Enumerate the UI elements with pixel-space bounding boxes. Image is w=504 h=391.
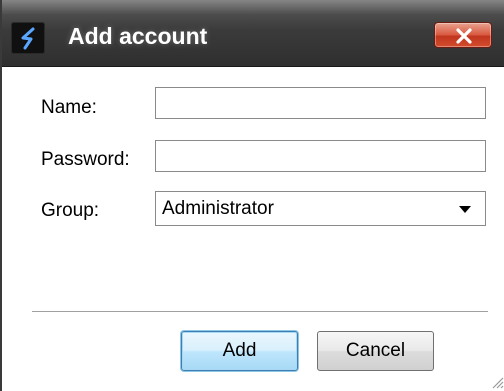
resize-grip-icon[interactable] [490,375,504,389]
dropdown-arrow-icon[interactable] [454,201,476,217]
name-label: Name: [41,97,97,118]
close-button[interactable] [434,22,492,48]
dialog-title: Add account [68,23,208,49]
group-select[interactable]: Administrator [155,191,486,226]
password-input[interactable] [155,140,486,172]
cancel-button[interactable]: Cancel [317,331,434,371]
group-label: Group: [41,200,100,221]
footer-separator [32,311,488,313]
add-account-dialog: Add account Name: Password: Group: Admin… [0,0,504,391]
title-bar-glass [2,0,504,14]
app-logo-icon[interactable] [11,22,45,54]
title-bar[interactable]: Add account [2,0,504,67]
name-input[interactable] [155,87,486,119]
close-icon [456,28,472,44]
add-button[interactable]: Add [181,331,298,371]
group-selected-value: Administrator [162,198,274,219]
password-label: Password: [41,149,130,170]
